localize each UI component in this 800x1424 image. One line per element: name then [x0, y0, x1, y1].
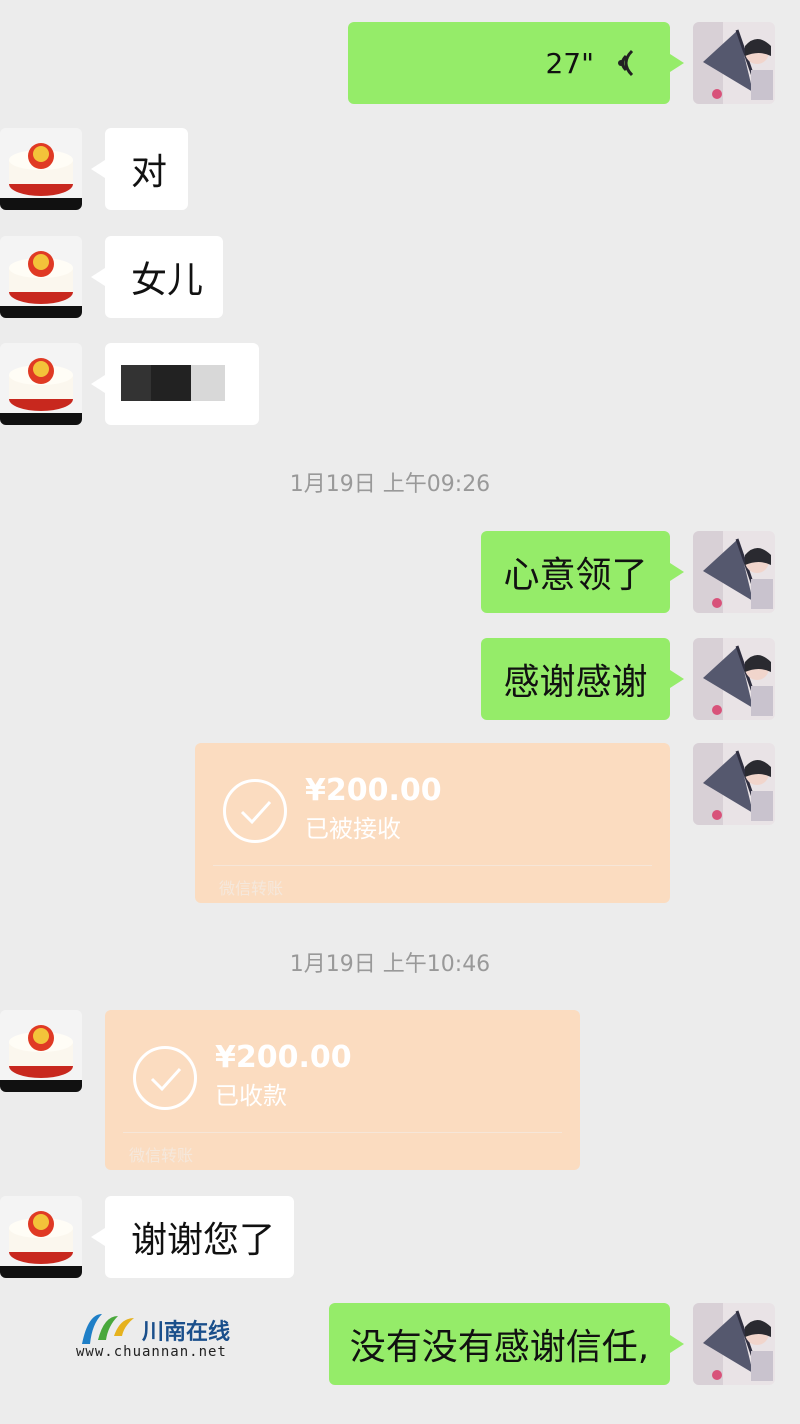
check-circle-icon: [133, 1046, 197, 1110]
transfer-amount: ¥200.00: [305, 773, 442, 808]
redacted-message-bubble[interactable]: [91, 343, 259, 425]
outgoing-message-bubble[interactable]: 没有没有感谢信任,: [329, 1303, 684, 1385]
voice-duration: 27": [545, 46, 594, 80]
transfer-source: 微信转账: [129, 1146, 194, 1165]
watermark-url: www.chuannan.net: [76, 1344, 227, 1360]
my-avatar[interactable]: [693, 638, 775, 720]
watermark-logo-icon: [82, 1314, 134, 1344]
check-circle-icon: [223, 779, 287, 843]
contact-avatar[interactable]: [0, 236, 82, 318]
my-avatar[interactable]: [693, 531, 775, 613]
incoming-message-bubble[interactable]: 女儿: [91, 236, 223, 318]
message-text: 心意领了: [503, 555, 648, 596]
voice-wave-icon: [618, 49, 634, 77]
voice-message-bubble[interactable]: 27": [348, 22, 684, 104]
watermark-name: 川南在线: [142, 1319, 231, 1344]
my-avatar[interactable]: [693, 743, 775, 825]
transfer-card[interactable]: ¥200.00 已收款 微信转账: [105, 1010, 580, 1170]
contact-avatar[interactable]: [0, 1010, 82, 1092]
message-text: 谢谢您了: [131, 1220, 276, 1261]
card-divider: [213, 865, 652, 866]
outgoing-message-bubble[interactable]: 心意领了: [481, 531, 684, 613]
incoming-message-bubble[interactable]: 谢谢您了: [91, 1196, 294, 1278]
message-text: 没有没有感谢信任,: [349, 1327, 650, 1368]
my-avatar[interactable]: [693, 1303, 775, 1385]
redaction-block: [151, 365, 191, 401]
contact-avatar[interactable]: [0, 1196, 82, 1278]
message-text: 女儿: [131, 260, 204, 301]
redaction-block: [191, 365, 225, 401]
timestamp: 1月19日 上午09:26: [289, 472, 491, 497]
outgoing-message-bubble[interactable]: 感谢感谢: [481, 638, 684, 720]
transfer-source: 微信转账: [219, 879, 284, 898]
transfer-card[interactable]: ¥200.00 已被接收 微信转账: [195, 743, 670, 903]
transfer-amount: ¥200.00: [215, 1040, 352, 1075]
watermark: 川南在线 www.chuannan.net: [76, 1308, 236, 1364]
incoming-message-bubble[interactable]: 对: [91, 128, 188, 210]
message-text: 对: [131, 152, 168, 193]
message-text: 感谢感谢: [503, 662, 648, 703]
transfer-status: 已被接收: [305, 815, 401, 843]
timestamp: 1月19日 上午10:46: [289, 952, 491, 977]
my-avatar[interactable]: [693, 22, 775, 104]
card-divider: [123, 1132, 562, 1133]
transfer-status: 已收款: [215, 1082, 287, 1110]
contact-avatar[interactable]: [0, 128, 82, 210]
contact-avatar[interactable]: [0, 343, 82, 425]
redaction-block: [121, 365, 151, 401]
